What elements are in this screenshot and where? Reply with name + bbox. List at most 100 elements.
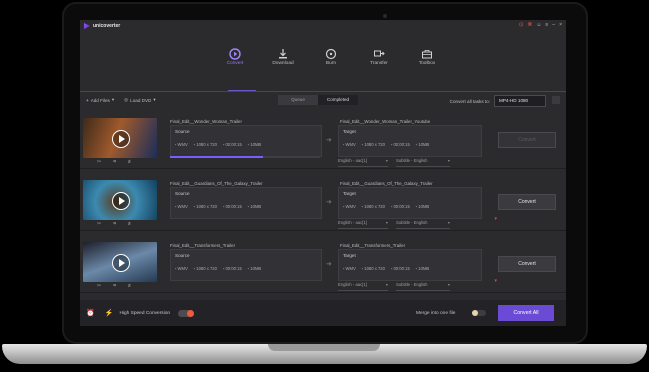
video-thumbnail[interactable] bbox=[83, 242, 157, 282]
convert-button[interactable]: Convert bbox=[498, 256, 556, 272]
target-panel[interactable]: Target WMV 1080 x 720 00:00:15 10MB ▾ bbox=[338, 249, 497, 284]
conversion-progress bbox=[170, 156, 320, 158]
target-meta: WMV 1080 x 720 00:00:15 10MB bbox=[343, 204, 430, 209]
target-panel[interactable]: Target WMV 1080 x 720 00:00:15 10MB ▾ bbox=[338, 187, 497, 222]
high-speed-toggle[interactable] bbox=[178, 309, 195, 317]
target-file-title: Final_Edit__Wonder_Woman_Trailer_Youtube bbox=[340, 119, 431, 124]
burn-icon bbox=[325, 48, 337, 60]
duration: 00:00:15 bbox=[223, 204, 241, 209]
audio-track-select[interactable]: English - aac[1] bbox=[338, 158, 388, 167]
clock-icon[interactable]: ⏰ bbox=[86, 309, 95, 317]
format: WMV bbox=[343, 266, 356, 271]
target-label: Target bbox=[343, 253, 356, 258]
target-panel[interactable]: Target WMV 1080 x 720 00:00:15 10MB bbox=[338, 125, 482, 157]
gift-icon[interactable]: ⌘ bbox=[527, 22, 532, 28]
queue-tabs: Queue Completed bbox=[278, 95, 358, 105]
effects-icon[interactable]: ≢ bbox=[128, 221, 133, 227]
target-file-title: Final_Edit__Transformers_Trailer bbox=[340, 243, 406, 248]
subtitle-select[interactable]: Subtitle - English bbox=[396, 282, 450, 291]
tab-download[interactable]: Download bbox=[268, 47, 298, 66]
merge-toggle[interactable] bbox=[472, 310, 486, 316]
convert-button[interactable]: Convert bbox=[498, 194, 556, 210]
tab-burn-label: Burn bbox=[325, 61, 337, 66]
resolution: 1080 x 720 bbox=[194, 204, 217, 209]
subtitle-select[interactable]: Subtitle - English bbox=[396, 158, 450, 167]
resolution: 1080 x 720 bbox=[194, 266, 217, 271]
tab-queue[interactable]: Queue bbox=[278, 95, 318, 105]
target-meta: WMV 1080 x 720 00:00:15 10MB bbox=[343, 142, 430, 147]
file-size: 10MB bbox=[248, 142, 261, 147]
convert-button[interactable]: Convert bbox=[498, 132, 556, 148]
list-item: ✂ ⌗ ≢ Final_Edit__Wonder_Woman_Trailer S… bbox=[80, 110, 566, 169]
source-file-title: Final_Edit__Transformers_Trailer bbox=[170, 243, 236, 248]
subtitle-select[interactable]: Subtitle - English bbox=[396, 220, 450, 229]
toggle-knob bbox=[187, 309, 195, 317]
play-icon[interactable] bbox=[112, 192, 130, 210]
video-thumbnail[interactable] bbox=[83, 180, 157, 220]
tab-transfer[interactable]: Transfer bbox=[364, 47, 394, 66]
laptop-notch bbox=[268, 344, 380, 351]
source-panel: Source WMV 1080 x 720 00:00:15 10MB bbox=[170, 125, 322, 157]
play-icon[interactable] bbox=[112, 254, 130, 272]
format-dropdown-icon[interactable]: ▾ bbox=[494, 278, 497, 284]
toolbox-icon bbox=[422, 50, 432, 59]
download-icon bbox=[279, 49, 287, 59]
convert-all-button[interactable]: Convert All bbox=[498, 305, 554, 321]
file-size: 10MB bbox=[416, 142, 429, 147]
menu-icon[interactable]: ≡ bbox=[545, 22, 548, 28]
format: WMV bbox=[343, 204, 356, 209]
duration: 00:00:15 bbox=[391, 142, 409, 147]
minimize-icon[interactable]: – bbox=[552, 22, 555, 28]
file-size: 10MB bbox=[416, 266, 429, 271]
cut-icon[interactable]: ✂ bbox=[97, 221, 101, 227]
source-label: Source bbox=[175, 191, 190, 196]
format: WMV bbox=[175, 204, 188, 209]
grid-view-icon[interactable] bbox=[552, 96, 560, 104]
tab-completed[interactable]: Completed bbox=[318, 95, 358, 105]
progress-fill bbox=[170, 156, 263, 158]
effects-icon[interactable]: ≢ bbox=[128, 283, 133, 289]
source-panel: Source WMV 1080 x 720 00:00:15 10MB bbox=[170, 187, 322, 219]
cut-icon[interactable]: ✂ bbox=[97, 283, 101, 289]
tab-download-label: Download bbox=[272, 61, 294, 66]
format-dropdown-icon[interactable]: ▾ bbox=[494, 216, 497, 222]
main-nav: Convert Download Burn Transfer Toolbox bbox=[220, 47, 442, 66]
source-file-title: Final_Edit__Wonder_Woman_Trailer bbox=[170, 119, 242, 124]
convert-all-to: Convert all tasks to: MP4-HD 1080 bbox=[450, 95, 546, 107]
cut-icon[interactable]: ✂ bbox=[97, 159, 101, 165]
resolution: 1080 x 720 bbox=[194, 142, 217, 147]
format: WMV bbox=[343, 142, 356, 147]
toggle-knob bbox=[472, 310, 478, 316]
tab-convert[interactable]: Convert bbox=[220, 47, 250, 66]
video-thumbnail[interactable] bbox=[83, 118, 157, 158]
effects-icon[interactable]: ≢ bbox=[128, 159, 133, 165]
chevron-down-icon[interactable]: ▾ bbox=[153, 97, 155, 103]
resolution: 1080 x 720 bbox=[362, 204, 385, 209]
output-format-select[interactable]: MP4-HD 1080 bbox=[494, 95, 546, 107]
tab-burn[interactable]: Burn bbox=[316, 47, 346, 66]
user-icon[interactable]: ☺ bbox=[536, 22, 541, 28]
crop-icon[interactable]: ⌗ bbox=[113, 283, 116, 289]
audio-track-select[interactable]: English - aac[1] bbox=[338, 220, 388, 229]
add-files-button[interactable]: + Add Files ▾ bbox=[86, 97, 114, 103]
source-file-title: Final_Edit__Guardians_Of_The_Galaxy_Trai… bbox=[170, 181, 263, 186]
source-meta: WMV 1080 x 720 00:00:15 10MB bbox=[175, 204, 262, 209]
crop-icon[interactable]: ⌗ bbox=[113, 159, 116, 165]
chevron-down-icon[interactable]: ▾ bbox=[112, 97, 114, 103]
tab-toolbox[interactable]: Toolbox bbox=[412, 47, 442, 66]
audio-track-select[interactable]: English - aac[1] bbox=[338, 282, 388, 291]
target-label: Target bbox=[343, 129, 356, 134]
arrow-right-icon: ➜ bbox=[326, 199, 332, 206]
high-speed-label: High Speed Conversion bbox=[119, 310, 171, 316]
load-dvd-label: Load DVD bbox=[130, 97, 152, 103]
play-icon[interactable] bbox=[112, 130, 130, 148]
close-icon[interactable]: × bbox=[559, 22, 562, 28]
target-meta: WMV 1080 x 720 00:00:15 10MB bbox=[343, 266, 430, 271]
app-name: unicoverter bbox=[93, 23, 121, 29]
load-dvd-button[interactable]: ◎ Load DVD ▾ bbox=[124, 97, 156, 103]
crop-icon[interactable]: ⌗ bbox=[113, 221, 116, 227]
file-size: 10MB bbox=[248, 266, 261, 271]
cart-icon[interactable]: ⊡ bbox=[519, 22, 523, 28]
convert-icon bbox=[229, 48, 241, 60]
format: WMV bbox=[175, 266, 188, 271]
